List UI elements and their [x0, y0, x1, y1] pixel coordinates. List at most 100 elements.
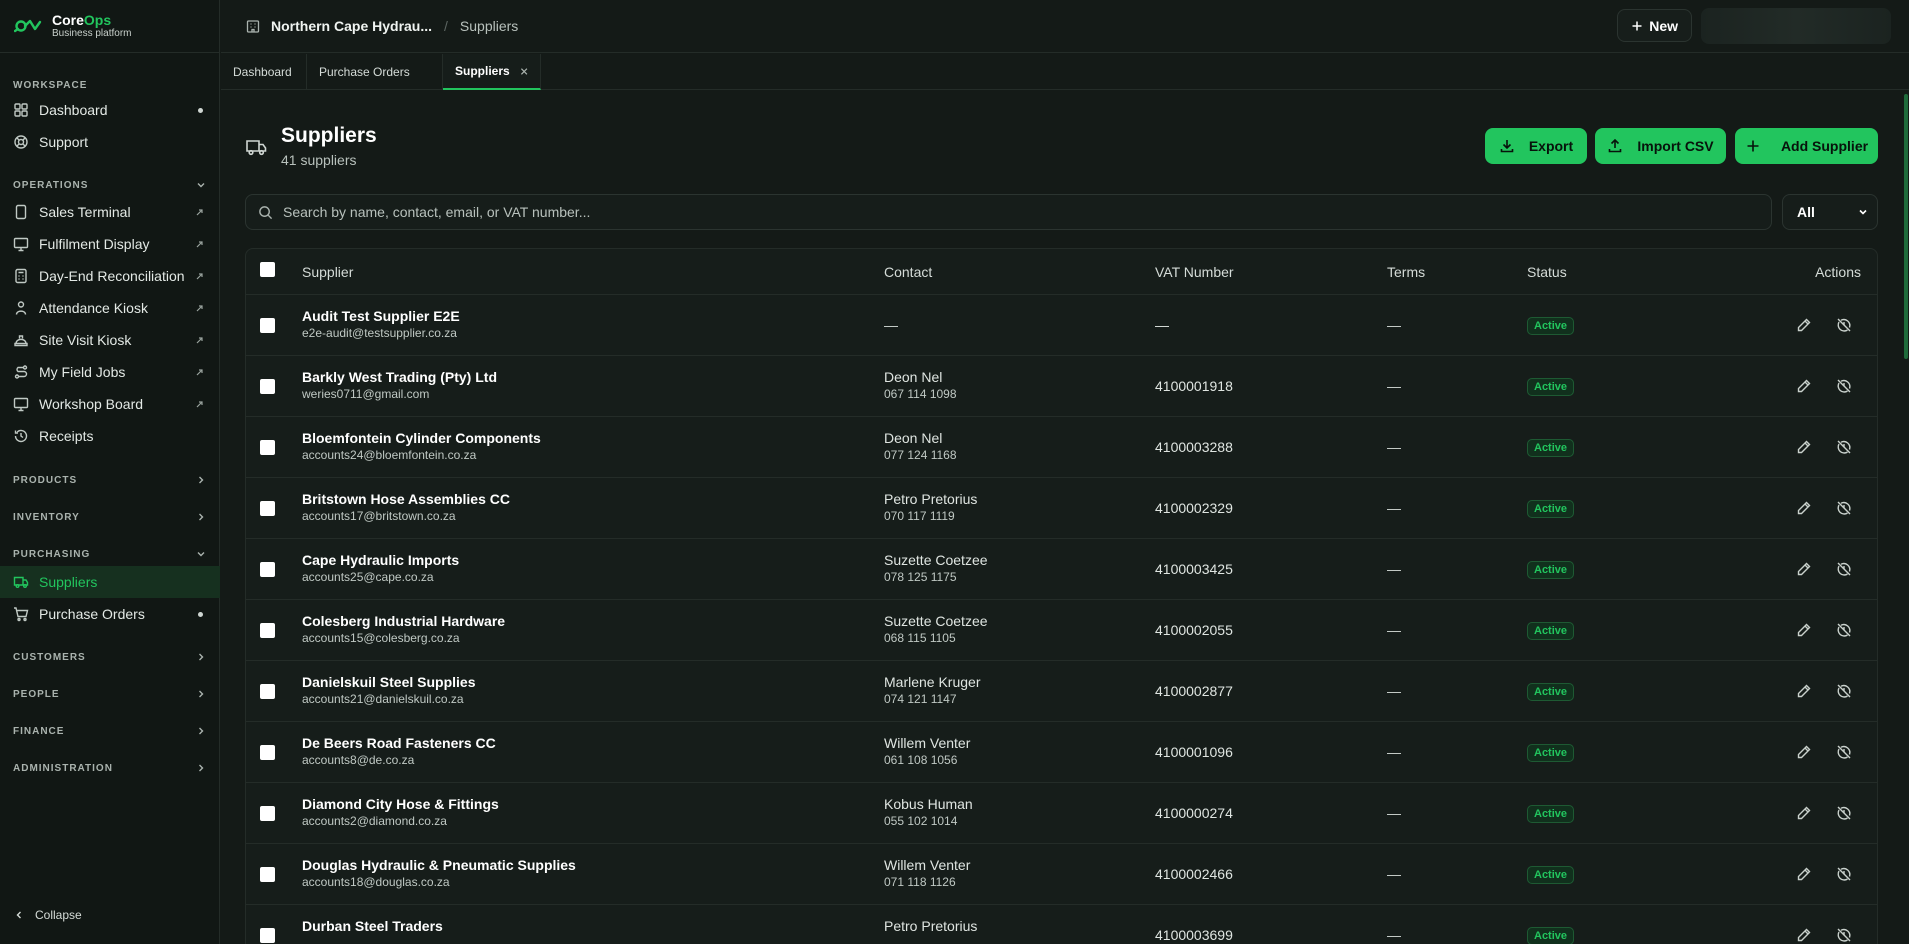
section-purchasing[interactable]: PURCHASING	[13, 548, 207, 560]
sidebar-item-attendance-kiosk[interactable]: Attendance Kiosk	[0, 292, 220, 324]
row-checkbox[interactable]	[260, 684, 275, 699]
deactivate-icon[interactable]	[1836, 866, 1852, 882]
sidebar-item-receipts[interactable]: Receipts	[0, 420, 220, 452]
sidebar-item-site-visit-kiosk[interactable]: Site Visit Kiosk	[0, 324, 220, 356]
edit-icon[interactable]	[1796, 439, 1812, 455]
import-csv-button[interactable]: Import CSV	[1595, 128, 1726, 164]
column-header-vat[interactable]: VAT Number	[1155, 264, 1234, 280]
edit-icon[interactable]	[1796, 866, 1812, 882]
row-checkbox[interactable]	[260, 562, 275, 577]
supplier-name[interactable]: Diamond City Hose & Fittings	[302, 796, 499, 812]
deactivate-icon[interactable]	[1836, 683, 1852, 699]
sidebar-item-fulfilment-display[interactable]: Fulfilment Display	[0, 228, 220, 260]
table-row[interactable]: Diamond City Hose & Fittings accounts2@di…	[246, 783, 1877, 844]
section-inventory[interactable]: INVENTORY	[13, 511, 207, 523]
supplier-name[interactable]: Cape Hydraulic Imports	[302, 552, 459, 568]
deactivate-icon[interactable]	[1836, 805, 1852, 821]
edit-icon[interactable]	[1796, 927, 1812, 943]
tab-suppliers[interactable]: Suppliers	[443, 54, 541, 90]
table-row[interactable]: Colesberg Industrial Hardware accounts15@…	[246, 600, 1877, 661]
section-administration[interactable]: ADMINISTRATION	[13, 762, 207, 774]
collapse-sidebar-button[interactable]: Collapse	[13, 908, 82, 922]
close-icon[interactable]	[520, 67, 528, 76]
row-checkbox[interactable]	[260, 928, 275, 943]
supplier-name[interactable]: Douglas Hydraulic & Pneumatic Supplies	[302, 857, 576, 873]
row-checkbox[interactable]	[260, 745, 275, 760]
sidebar-item-support[interactable]: Support	[0, 126, 220, 158]
edit-icon[interactable]	[1796, 744, 1812, 760]
supplier-name[interactable]: Danielskuil Steel Supplies	[302, 674, 476, 690]
table-row[interactable]: Danielskuil Steel Supplies accounts21@dan…	[246, 661, 1877, 722]
table-row[interactable]: Barkly West Trading (Pty) Ltd weries0711@…	[246, 356, 1877, 417]
tab-purchase-orders[interactable]: Purchase Orders	[307, 54, 443, 90]
deactivate-icon[interactable]	[1836, 439, 1852, 455]
edit-icon[interactable]	[1796, 622, 1812, 638]
column-header-contact[interactable]: Contact	[884, 264, 932, 280]
breadcrumb-organisation[interactable]: Northern Cape Hydrau...	[271, 18, 432, 34]
brand[interactable]: CoreOps Business platform	[0, 0, 219, 53]
table-row[interactable]: Britstown Hose Assemblies CC accounts17@b…	[246, 478, 1877, 539]
add-supplier-button[interactable]: Add Supplier	[1735, 128, 1878, 164]
deactivate-icon[interactable]	[1836, 744, 1852, 760]
edit-icon[interactable]	[1796, 317, 1812, 333]
user-menu[interactable]	[1701, 8, 1891, 44]
sidebar-item-sales-terminal[interactable]: Sales Terminal	[0, 196, 220, 228]
sidebar-item-dashboard[interactable]: Dashboard	[0, 94, 220, 126]
supplier-name[interactable]: Colesberg Industrial Hardware	[302, 613, 505, 629]
row-checkbox[interactable]	[260, 440, 275, 455]
edit-icon[interactable]	[1796, 378, 1812, 394]
deactivate-icon[interactable]	[1836, 378, 1852, 394]
supplier-name[interactable]: Audit Test Supplier E2E	[302, 308, 460, 324]
search-input[interactable]	[283, 204, 1683, 220]
section-operations[interactable]: OPERATIONS	[13, 179, 207, 191]
section-products[interactable]: PRODUCTS	[13, 474, 207, 486]
supplier-name[interactable]: Barkly West Trading (Pty) Ltd	[302, 369, 497, 385]
status-filter-select[interactable]: All	[1782, 194, 1878, 230]
row-checkbox[interactable]	[260, 806, 275, 821]
deactivate-icon[interactable]	[1836, 927, 1852, 943]
row-checkbox[interactable]	[260, 318, 275, 333]
sidebar-item-suppliers[interactable]: Suppliers	[0, 566, 220, 598]
status-badge: Active	[1527, 927, 1575, 944]
export-button[interactable]: Export	[1485, 128, 1587, 164]
sidebar-item-day-end-reconciliation[interactable]: Day-End Reconciliation	[0, 260, 220, 292]
scrollbar-thumb[interactable]	[1904, 94, 1908, 359]
row-checkbox[interactable]	[260, 501, 275, 516]
vat-number: 4100002466	[1155, 866, 1233, 882]
deactivate-icon[interactable]	[1836, 317, 1852, 333]
tab-dashboard[interactable]: Dashboard	[221, 54, 307, 90]
contact-name: Deon Nel	[884, 430, 943, 446]
table-row[interactable]: Douglas Hydraulic & Pneumatic Supplies ac…	[246, 844, 1877, 905]
row-checkbox[interactable]	[260, 623, 275, 638]
table-row[interactable]: Cape Hydraulic Imports accounts25@cape.co…	[246, 539, 1877, 600]
column-header-supplier[interactable]: Supplier	[302, 264, 353, 280]
column-header-terms[interactable]: Terms	[1387, 264, 1425, 280]
supplier-name[interactable]: Britstown Hose Assemblies CC	[302, 491, 510, 507]
table-row[interactable]: Durban Steel Traders Petro Pretorius 41000…	[246, 905, 1877, 944]
edit-icon[interactable]	[1796, 561, 1812, 577]
table-row[interactable]: De Beers Road Fasteners CC accounts8@de.c…	[246, 722, 1877, 783]
select-all-checkbox[interactable]	[260, 262, 275, 277]
supplier-name[interactable]: Bloemfontein Cylinder Components	[302, 430, 541, 446]
table-row[interactable]: Bloemfontein Cylinder Components accounts…	[246, 417, 1877, 478]
section-finance[interactable]: FINANCE	[13, 725, 207, 737]
sidebar-item-my-field-jobs[interactable]: My Field Jobs	[0, 356, 220, 388]
deactivate-icon[interactable]	[1836, 500, 1852, 516]
section-customers[interactable]: CUSTOMERS	[13, 651, 207, 663]
section-people[interactable]: PEOPLE	[13, 688, 207, 700]
edit-icon[interactable]	[1796, 805, 1812, 821]
column-header-status[interactable]: Status	[1527, 264, 1567, 280]
row-checkbox[interactable]	[260, 379, 275, 394]
table-row[interactable]: Audit Test Supplier E2E e2e-audit@testsup…	[246, 295, 1877, 356]
supplier-name[interactable]: Durban Steel Traders	[302, 918, 443, 934]
sidebar-item-workshop-board[interactable]: Workshop Board	[0, 388, 220, 420]
edit-icon[interactable]	[1796, 683, 1812, 699]
row-checkbox[interactable]	[260, 867, 275, 882]
status-badge: Active	[1527, 378, 1575, 396]
sidebar-item-purchase-orders[interactable]: Purchase Orders	[0, 598, 220, 630]
deactivate-icon[interactable]	[1836, 561, 1852, 577]
deactivate-icon[interactable]	[1836, 622, 1852, 638]
edit-icon[interactable]	[1796, 500, 1812, 516]
new-button[interactable]: New	[1617, 9, 1692, 42]
supplier-name[interactable]: De Beers Road Fasteners CC	[302, 735, 496, 751]
